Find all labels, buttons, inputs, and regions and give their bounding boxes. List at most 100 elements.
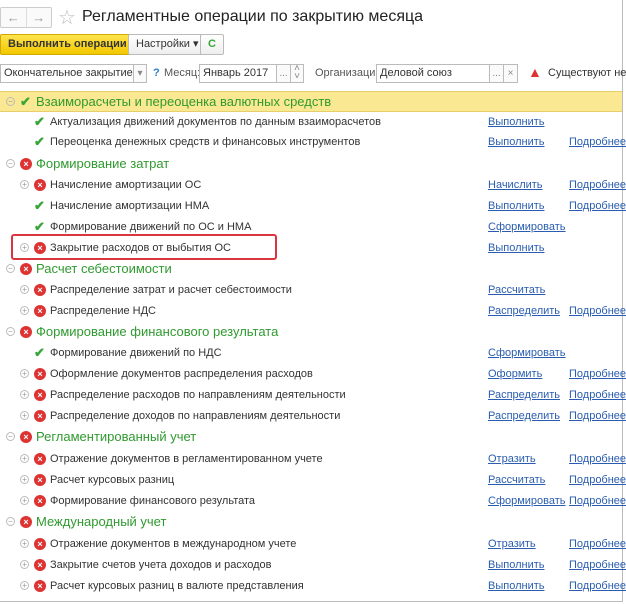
details-link[interactable]: Подробнее	[569, 580, 626, 592]
error-icon: ×	[34, 368, 46, 380]
operation-row[interactable]: ✔ Формирование движений по НДС Сформироват…	[0, 343, 622, 364]
error-icon: ×	[20, 431, 32, 443]
group-row[interactable]: − × Регламентированный учет	[0, 427, 622, 448]
expand-icon[interactable]: +	[20, 411, 29, 420]
error-icon: ×	[34, 284, 46, 296]
group-row[interactable]: − × Расчет себестоимости	[0, 259, 622, 280]
action-link[interactable]: Выполнить	[488, 136, 544, 148]
expand-icon[interactable]: +	[20, 454, 29, 463]
refresh-button[interactable]: C	[200, 34, 224, 55]
org-clear-button[interactable]: ×	[503, 64, 518, 83]
month-select-button[interactable]: ...	[276, 64, 291, 83]
details-link[interactable]: Подробнее	[569, 179, 626, 191]
details-link[interactable]: Подробнее	[569, 538, 626, 550]
group-row[interactable]: − ✔ Взаиморасчеты и переоценка валютных ср…	[0, 91, 622, 112]
settings-button[interactable]: Настройки ▾	[128, 34, 207, 55]
action-link[interactable]: Сформировать	[488, 221, 566, 233]
action-link[interactable]: Рассчитать	[488, 474, 545, 486]
action-link[interactable]: Выполнить	[488, 116, 544, 128]
action-link[interactable]: Распределить	[488, 305, 560, 317]
group-row[interactable]: − × Формирование финансового результата	[0, 322, 622, 343]
mode-select[interactable]: Окончательное закрытие	[0, 64, 134, 83]
org-select-button[interactable]: ...	[489, 64, 504, 83]
operation-row[interactable]: ✔ Переоценка денежных средств и финансовы…	[0, 132, 626, 153]
details-link[interactable]: Подробнее	[569, 200, 626, 212]
action-link[interactable]: Распределить	[488, 389, 560, 401]
action-link[interactable]: Выполнить	[488, 559, 544, 571]
warning-text[interactable]: Существуют невы	[548, 67, 626, 79]
expand-icon[interactable]: +	[20, 560, 29, 569]
operation-row[interactable]: + × Распределение затрат и расчет себестои…	[0, 280, 622, 301]
collapse-icon[interactable]: −	[6, 517, 15, 526]
favorite-star-icon[interactable]: ☆	[58, 5, 76, 30]
action-link[interactable]: Сформировать	[488, 347, 566, 359]
details-link[interactable]: Подробнее	[569, 453, 626, 465]
operation-row[interactable]: + × Формирование финансового результата Сфо…	[0, 491, 626, 512]
details-link[interactable]: Подробнее	[569, 559, 626, 571]
operation-row[interactable]: + × Начисление амортизации ОС Начислить Подр…	[0, 175, 626, 196]
run-operations-button[interactable]: Выполнить операции	[0, 34, 135, 55]
group-title: Расчет себестоимости	[36, 261, 172, 276]
group-title: Международный учет	[36, 514, 167, 529]
error-icon: ×	[34, 453, 46, 465]
back-button[interactable]: ←	[1, 8, 26, 27]
month-field[interactable]: Январь 2017	[199, 64, 277, 83]
collapse-icon[interactable]: −	[6, 264, 15, 273]
expand-icon[interactable]: +	[20, 369, 29, 378]
action-link[interactable]: Отразить	[488, 538, 536, 550]
operation-row[interactable]: + × Оформление документов распределения ра…	[0, 364, 626, 385]
details-link[interactable]: Подробнее	[569, 136, 626, 148]
collapse-icon[interactable]: −	[6, 327, 15, 336]
action-link[interactable]: Рассчитать	[488, 284, 545, 296]
action-link[interactable]: Отразить	[488, 453, 536, 465]
operation-name: Распределение затрат и расчет себестоимо…	[50, 284, 292, 296]
collapse-icon[interactable]: −	[6, 97, 15, 106]
action-link[interactable]: Оформить	[488, 368, 542, 380]
details-link[interactable]: Подробнее	[569, 474, 626, 486]
help-icon[interactable]: ?	[153, 67, 160, 79]
group-row[interactable]: − × Формирование затрат	[0, 154, 622, 175]
operation-row[interactable]: + × Расчет курсовых разниц в валюте предст…	[0, 576, 626, 597]
details-link[interactable]: Подробнее	[569, 305, 626, 317]
expand-icon[interactable]: +	[20, 390, 29, 399]
operation-row[interactable]: ✔ Актуализация движений документов по дан…	[0, 112, 622, 133]
operation-row[interactable]: + × Закрытие счетов учета доходов и расход…	[0, 555, 626, 576]
operation-row[interactable]: + × Распределение доходов по направлениям …	[0, 406, 626, 427]
action-link[interactable]: Выполнить	[488, 200, 544, 212]
expand-icon[interactable]: +	[20, 306, 29, 315]
details-link[interactable]: Подробнее	[569, 389, 626, 401]
month-spinner[interactable]: ˄ ˅	[290, 64, 304, 83]
org-field[interactable]: Деловой союз	[376, 64, 490, 83]
expand-icon[interactable]: +	[20, 285, 29, 294]
operation-name: Отражение документов в регламентированно…	[50, 453, 323, 465]
chevron-down-icon[interactable]: ▾	[133, 64, 147, 83]
expand-icon[interactable]: +	[20, 539, 29, 548]
action-link[interactable]: Распределить	[488, 410, 560, 422]
operation-row[interactable]: + × Расчет курсовых разниц Рассчитать Подроб…	[0, 470, 626, 491]
action-link[interactable]: Сформировать	[488, 495, 566, 507]
operation-name: Оформление документов распределения расх…	[50, 368, 313, 380]
expand-icon[interactable]: +	[20, 496, 29, 505]
action-link[interactable]: Выполнить	[488, 242, 544, 254]
forward-button[interactable]: →	[25, 8, 52, 27]
action-link[interactable]: Выполнить	[488, 580, 544, 592]
error-icon: ×	[34, 580, 46, 592]
expand-icon[interactable]: +	[20, 581, 29, 590]
group-row[interactable]: − × Международный учет	[0, 512, 622, 533]
operation-row[interactable]: + × Распределение расходов по направлениям…	[0, 385, 626, 406]
details-link[interactable]: Подробнее	[569, 368, 626, 380]
collapse-icon[interactable]: −	[6, 159, 15, 168]
collapse-icon[interactable]: −	[6, 432, 15, 441]
error-icon: ×	[20, 158, 32, 170]
error-icon: ×	[34, 538, 46, 550]
details-link[interactable]: Подробнее	[569, 495, 626, 507]
details-link[interactable]: Подробнее	[569, 410, 626, 422]
operation-row[interactable]: ✔ Начисление амортизации НМА Выполнить Подр…	[0, 196, 626, 217]
expand-icon[interactable]: +	[20, 180, 29, 189]
operation-row[interactable]: + × Отражение документов в регламентирован…	[0, 449, 626, 470]
operation-row[interactable]: + × Распределение НДС Распределить Подробнее	[0, 301, 626, 322]
expand-icon[interactable]: +	[20, 475, 29, 484]
operation-name: Закрытие счетов учета доходов и расходов	[50, 559, 272, 571]
operation-row[interactable]: + × Отражение документов в международном у…	[0, 534, 626, 555]
action-link[interactable]: Начислить	[488, 179, 543, 191]
